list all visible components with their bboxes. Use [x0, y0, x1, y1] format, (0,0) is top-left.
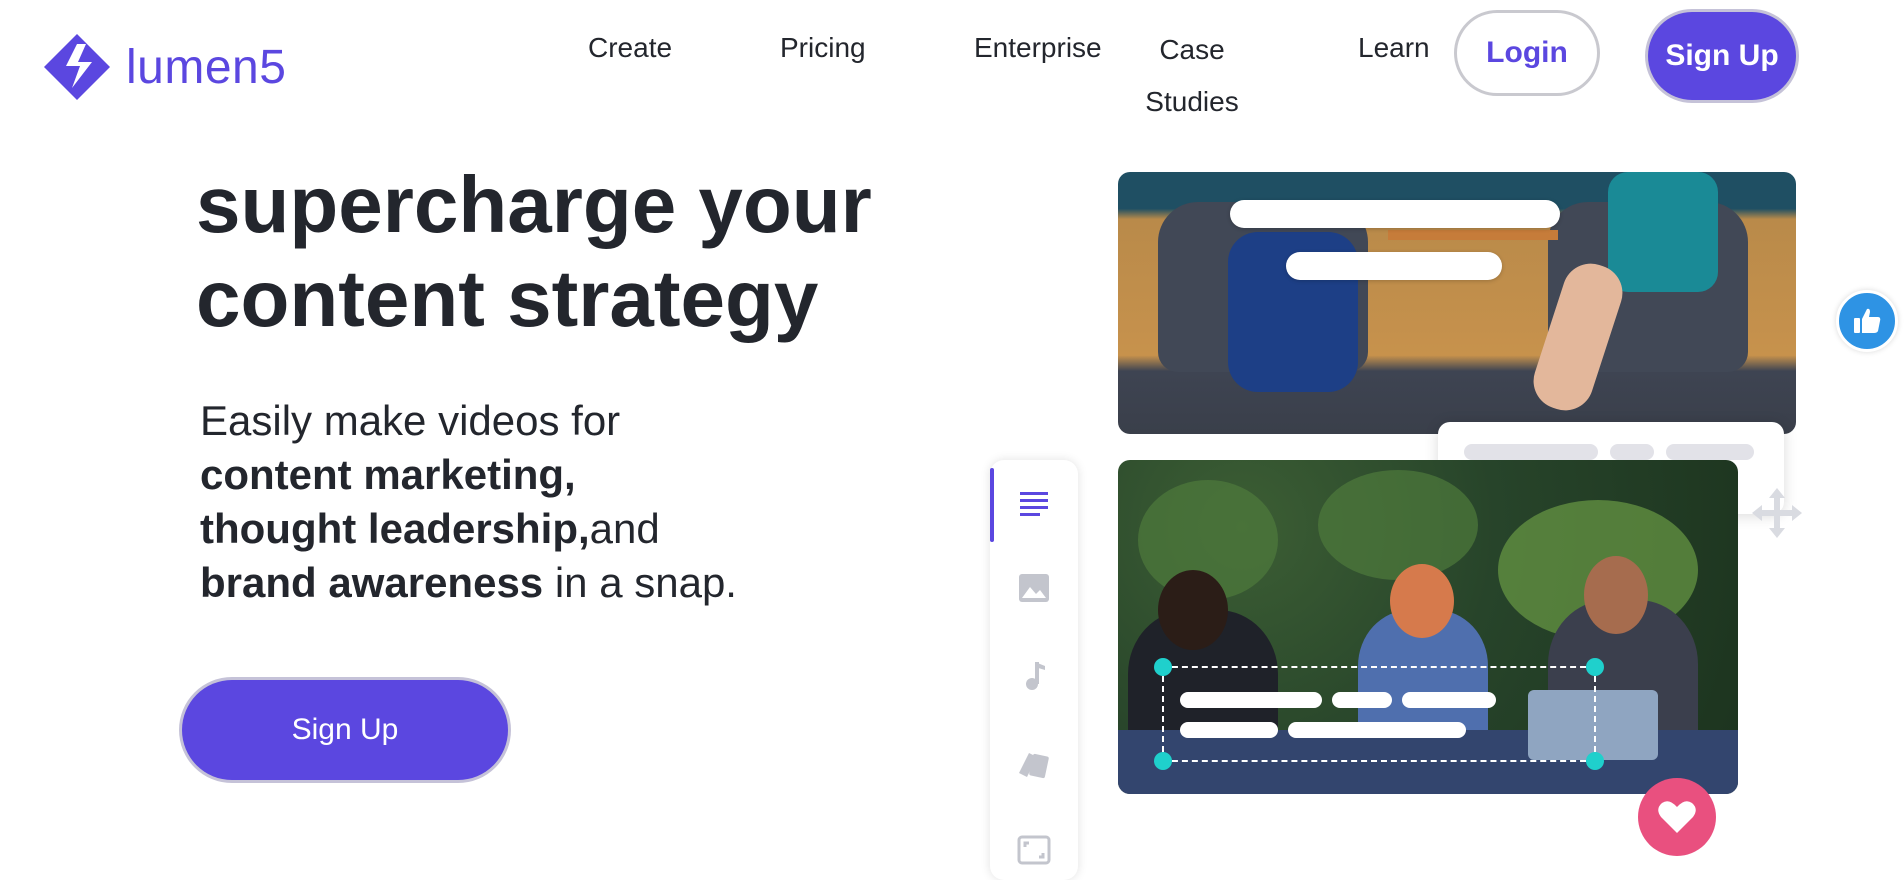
text-placeholder [1610, 444, 1654, 460]
resize-handle[interactable] [1586, 752, 1604, 770]
hero-sub-brand-awareness: brand awareness [200, 559, 544, 606]
brand-name: lumen5 [126, 40, 287, 94]
nav-learn[interactable]: Learn [1358, 32, 1430, 64]
resize-icon[interactable] [1014, 830, 1054, 870]
hero-sub-end: in a snap. [543, 559, 737, 606]
header-signup-button[interactable]: Sign Up [1648, 12, 1796, 100]
table-shape [1388, 230, 1558, 370]
hero-sub-and: and [589, 505, 660, 552]
active-tool-indicator [990, 468, 994, 542]
lumen5-logo-icon [44, 34, 110, 100]
hero-title-line-1: supercharge your [196, 160, 872, 249]
hero-title: supercharge your content strategy [196, 158, 956, 346]
caption-placeholder-bar [1286, 252, 1502, 280]
hero-sub-intro: Easily make videos for [200, 397, 621, 444]
resize-handle[interactable] [1154, 658, 1172, 676]
text-placeholder [1464, 444, 1598, 460]
nav-create[interactable]: Create [588, 32, 672, 64]
hero-subtitle: Easily make videos for content marketing… [200, 394, 920, 610]
person-shape [1158, 570, 1228, 650]
music-icon[interactable] [1014, 656, 1054, 696]
heart-icon [1638, 778, 1716, 856]
person-shape [1390, 564, 1454, 638]
hero-sub-content-marketing: content marketing, [200, 451, 576, 498]
thumbs-up-icon [1836, 290, 1898, 352]
ivy-shape [1318, 470, 1478, 580]
style-icon[interactable] [1014, 744, 1054, 784]
hero-title-line-2: content strategy [196, 254, 819, 343]
hero-sub-thought-leadership: thought leadership, [200, 505, 590, 552]
login-button[interactable]: Login [1454, 10, 1600, 96]
caption-placeholder-bar [1230, 200, 1560, 228]
move-icon[interactable] [1752, 488, 1802, 538]
preview-scene-office[interactable] [1118, 172, 1796, 434]
nav-pricing[interactable]: Pricing [780, 32, 866, 64]
text-icon[interactable] [1014, 484, 1054, 524]
person-shape [1608, 172, 1718, 292]
nav-enterprise[interactable]: Enterprise [974, 32, 1102, 64]
preview-scene-meeting[interactable] [1118, 460, 1738, 794]
selection-box[interactable] [1154, 658, 1604, 770]
hero-signup-button[interactable]: Sign Up [182, 680, 508, 780]
image-icon[interactable] [1014, 568, 1054, 608]
resize-handle[interactable] [1154, 752, 1172, 770]
person-shape [1584, 556, 1648, 634]
nav-case-studies[interactable]: Case Studies [1142, 24, 1242, 128]
resize-handle[interactable] [1586, 658, 1604, 676]
text-placeholder [1666, 444, 1754, 460]
brand-logo[interactable]: lumen5 [42, 32, 286, 102]
